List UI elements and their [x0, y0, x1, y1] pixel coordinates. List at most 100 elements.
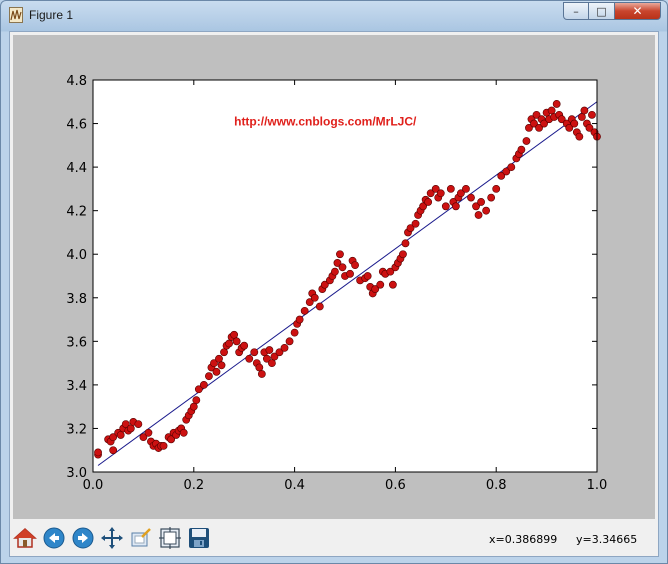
- zoom-button[interactable]: [128, 525, 154, 551]
- y-tick-label: 3.8: [66, 292, 87, 307]
- forward-button[interactable]: [70, 525, 96, 551]
- data-point: [230, 330, 239, 339]
- minimize-icon: –: [573, 4, 579, 18]
- data-point: [265, 346, 274, 354]
- forward-icon: [72, 527, 94, 549]
- data-point: [179, 428, 188, 437]
- data-point: [474, 211, 483, 219]
- data-point: [507, 163, 516, 172]
- data-point: [126, 424, 135, 433]
- data-point: [388, 280, 397, 289]
- close-icon: ✕: [632, 4, 643, 18]
- subplots-button[interactable]: [157, 525, 183, 551]
- y-tick-label: 4.6: [66, 118, 87, 133]
- matplotlib-app-icon: [9, 7, 23, 23]
- y-tick-label: 4.4: [66, 161, 87, 176]
- data-point: [399, 250, 407, 259]
- data-point: [290, 328, 299, 337]
- data-point: [346, 269, 354, 278]
- zoom-icon: [131, 528, 151, 547]
- pan-icon: [101, 527, 123, 549]
- subplots-icon: [159, 527, 181, 549]
- data-point: [487, 193, 496, 202]
- y-tick-label: 4.2: [66, 205, 87, 220]
- home-icon: [13, 527, 37, 548]
- data-point: [310, 293, 319, 302]
- data-point: [451, 202, 460, 211]
- data-point: [240, 341, 249, 350]
- data-point: [492, 184, 501, 193]
- data-point: [411, 219, 420, 228]
- data-point: [268, 359, 276, 368]
- data-point: [199, 380, 208, 389]
- y-tick-label: 3.2: [66, 422, 87, 437]
- data-point: [441, 202, 450, 211]
- figure-window: Figure 1 – □ ✕ 0.0 0.2 0.4 0.6 0.8 1.0 3.0 3.2 3…: [0, 0, 668, 564]
- data-point: [338, 263, 347, 272]
- save-button[interactable]: [186, 525, 212, 551]
- data-point: [159, 441, 168, 450]
- data-point: [570, 119, 579, 128]
- data-point: [225, 339, 233, 348]
- x-tick-label: 0.4: [284, 478, 305, 493]
- data-point: [212, 367, 221, 376]
- data-point: [580, 106, 589, 115]
- data-point: [462, 184, 470, 193]
- home-button[interactable]: [12, 525, 38, 551]
- data-point: [588, 110, 596, 119]
- data-point: [363, 272, 372, 280]
- window-title: Figure 1: [29, 8, 74, 22]
- data-point: [446, 184, 455, 193]
- pan-button[interactable]: [99, 525, 125, 551]
- data-point: [401, 239, 410, 248]
- data-point: [116, 431, 125, 439]
- y-tick-label: 4.0: [66, 248, 87, 263]
- data-point: [205, 372, 213, 381]
- y-tick-label: 3.6: [66, 335, 87, 350]
- y-tick-label: 3.4: [66, 379, 87, 394]
- data-point: [245, 354, 254, 363]
- data-point: [215, 354, 223, 363]
- save-icon: [189, 528, 209, 548]
- data-point: [575, 132, 584, 141]
- figure-canvas[interactable]: 0.0 0.2 0.4 0.6 0.8 1.0 3.0 3.2 3.4 3.6 3.8 4.0 4.2 4…: [13, 35, 655, 519]
- back-button[interactable]: [41, 525, 67, 551]
- title-bar[interactable]: Figure 1 – □ ✕: [1, 1, 667, 31]
- scatter-chart: 0.0 0.2 0.4 0.6 0.8 1.03.03.23.43.63.84.04.24…: [66, 74, 607, 493]
- data-point: [255, 363, 264, 372]
- data-point: [547, 106, 556, 115]
- data-point: [220, 348, 228, 357]
- close-button[interactable]: ✕: [615, 2, 661, 20]
- data-point: [94, 448, 102, 457]
- y-tick-label: 4.8: [66, 74, 87, 89]
- maximize-button[interactable]: □: [589, 2, 615, 20]
- data-point: [424, 198, 433, 206]
- data-point: [522, 137, 531, 145]
- data-point: [517, 145, 526, 154]
- x-tick-label: 0.2: [183, 478, 204, 493]
- data-point: [300, 306, 309, 315]
- minimize-button[interactable]: –: [563, 2, 589, 20]
- data-point: [280, 343, 289, 352]
- data-point: [109, 446, 118, 455]
- window-controls: – □ ✕: [563, 2, 661, 20]
- data-point: [257, 370, 266, 378]
- data-point: [144, 428, 153, 437]
- data-point: [351, 261, 359, 270]
- back-icon: [43, 527, 65, 549]
- data-point: [552, 100, 561, 108]
- data-point: [315, 302, 324, 311]
- data-point: [336, 250, 344, 259]
- x-tick-label: 0.8: [486, 478, 507, 493]
- data-point: [189, 402, 198, 411]
- cursor-x-readout: x=0.386899: [489, 533, 558, 546]
- data-point: [331, 267, 339, 276]
- annotation-url: http://www.cnblogs.com/MrLJC/: [234, 115, 417, 129]
- navigation-toolbar: x=0.386899 y=3.34665: [10, 522, 658, 556]
- data-point: [285, 337, 294, 346]
- data-point: [482, 206, 491, 215]
- maximize-icon: □: [596, 4, 607, 18]
- data-point: [192, 396, 201, 405]
- data-point: [134, 420, 143, 428]
- client-area: 0.0 0.2 0.4 0.6 0.8 1.0 3.0 3.2 3.4 3.6 3.8 4.0 4.2 4…: [9, 31, 659, 557]
